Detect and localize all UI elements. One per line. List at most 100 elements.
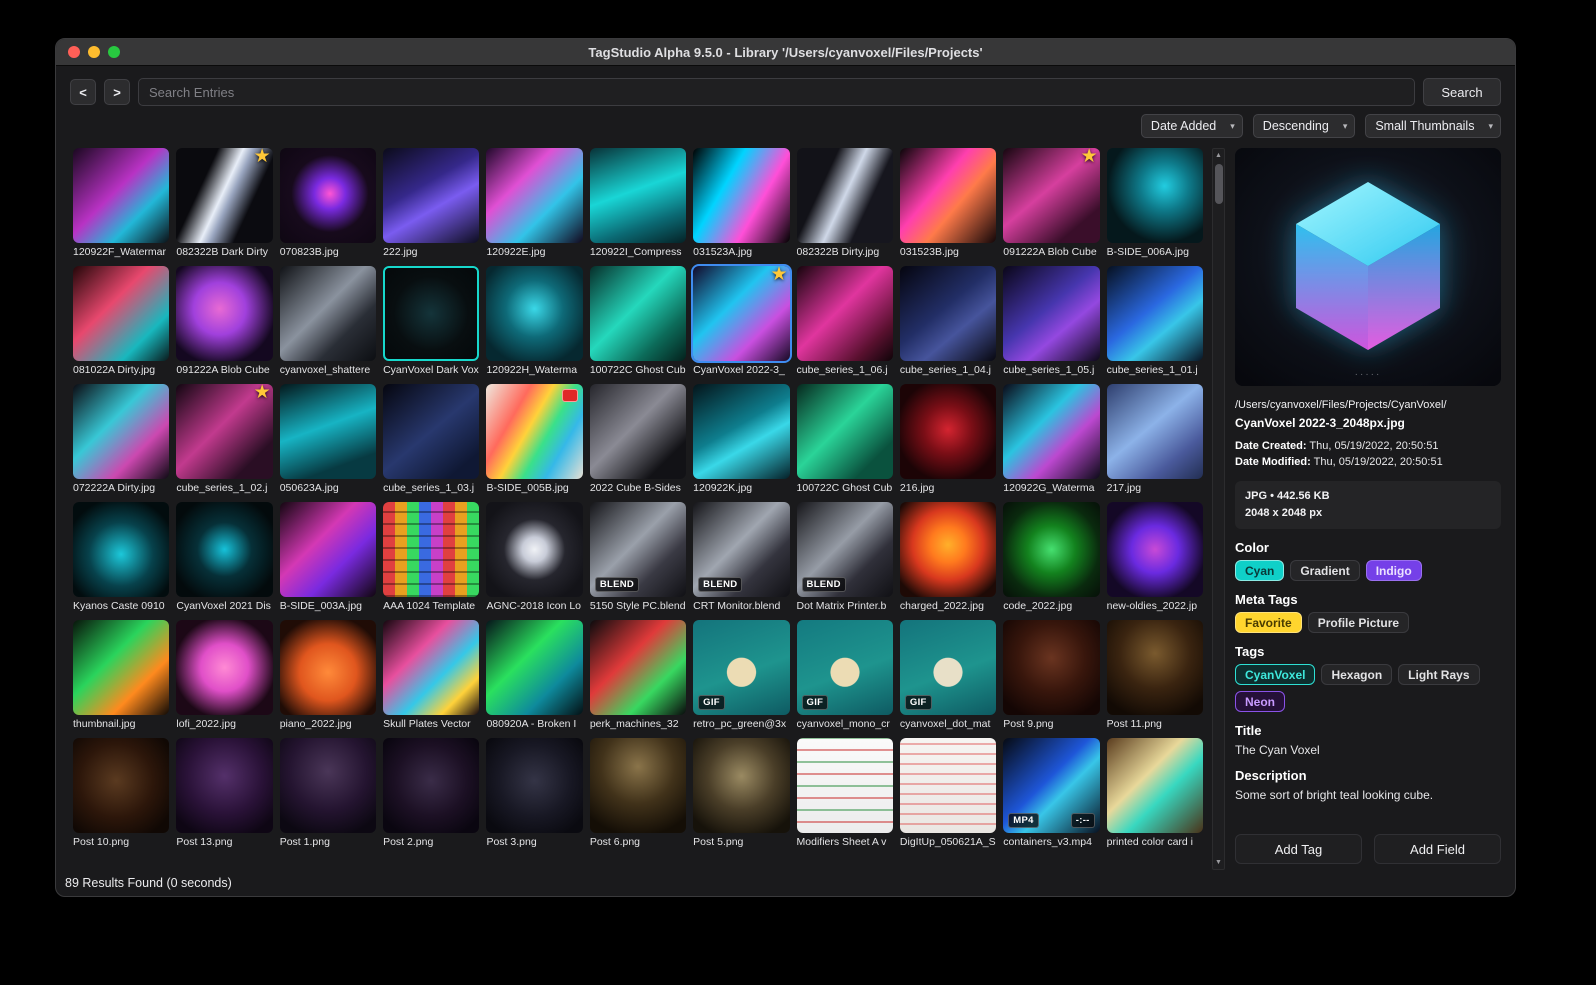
grid-item[interactable]: Post 2.png [383, 738, 480, 848]
grid-item[interactable]: CyanVoxel Dark Vox [383, 266, 480, 376]
grid-item[interactable]: perk_machines_32 [589, 620, 687, 730]
grid-item[interactable]: new-oldies_2022.jp [1106, 502, 1203, 612]
thumbnail-size-value: Small Thumbnails [1375, 119, 1475, 133]
tag-pill[interactable]: Favorite [1235, 612, 1302, 633]
field-label: Tags [1235, 644, 1265, 659]
add-field-button[interactable]: Add Field [1374, 834, 1501, 864]
grid-item[interactable]: 216.jpg [899, 384, 997, 494]
thumbnail-image [693, 738, 790, 833]
minimize-window-button[interactable] [88, 46, 100, 58]
grid-item[interactable]: GIF retro_pc_green@3x [693, 620, 790, 730]
grid-item[interactable]: ★ 082322B Dark Dirty [176, 148, 273, 258]
grid-item[interactable]: 031523A.jpg [693, 148, 790, 258]
grid-item[interactable]: lofi_2022.jpg [176, 620, 273, 730]
tag-pill[interactable]: Neon [1235, 691, 1285, 712]
grid-item[interactable]: 072222A Dirty.jpg [73, 384, 170, 494]
grid-item[interactable]: CyanVoxel 2021 Dis [176, 502, 273, 612]
scroll-down-icon[interactable]: ▼ [1215, 856, 1222, 869]
search-input[interactable] [138, 78, 1415, 106]
grid-item[interactable]: BLEND 5150 Style PC.blend [589, 502, 687, 612]
grid-item[interactable]: B-SIDE_006A.jpg [1106, 148, 1203, 258]
grid-item[interactable]: BLEND CRT Monitor.blend [693, 502, 790, 612]
grid-item[interactable]: cube_series_1_05.j [1003, 266, 1100, 376]
add-tag-button[interactable]: Add Tag [1235, 834, 1362, 864]
grid-item[interactable]: cube_series_1_03.j [383, 384, 480, 494]
tag-pill[interactable]: Light Rays [1398, 664, 1480, 685]
grid-item[interactable]: BLEND Dot Matrix Printer.b [796, 502, 893, 612]
thumbnail-filename: B-SIDE_003A.jpg [279, 600, 363, 612]
vertical-scrollbar[interactable]: ▲ ▼ [1212, 148, 1225, 870]
grid-item[interactable]: B-SIDE_003A.jpg [279, 502, 377, 612]
grid-item[interactable]: 2022 Cube B-Sides [589, 384, 687, 494]
grid-item[interactable]: DigItUp_050621A_S [899, 738, 997, 848]
grid-item[interactable]: GIF cyanvoxel_dot_mat [899, 620, 997, 730]
close-window-button[interactable] [68, 46, 80, 58]
grid-item[interactable]: 120922K.jpg [693, 384, 790, 494]
tag-pill[interactable]: Profile Picture [1307, 612, 1410, 633]
grid-item[interactable]: Kyanos Caste 0910 [73, 502, 170, 612]
thumbnail-filename: printed color card i [1106, 836, 1193, 848]
grid-item[interactable]: ★ 091222A Blob Cube [1003, 148, 1100, 258]
grid-item[interactable]: Post 10.png [73, 738, 170, 848]
forward-button[interactable]: > [104, 79, 130, 105]
back-button[interactable]: < [70, 79, 96, 105]
grid-item[interactable]: B-SIDE_005B.jpg [486, 384, 583, 494]
grid-item[interactable]: ★ cube_series_1_02.j [176, 384, 273, 494]
grid-item[interactable]: 217.jpg [1106, 384, 1203, 494]
grid-item[interactable]: thumbnail.jpg [73, 620, 170, 730]
scrollbar-track[interactable] [1213, 162, 1224, 856]
scroll-up-icon[interactable]: ▲ [1215, 149, 1222, 162]
thumbnail-filename: 050623A.jpg [279, 482, 339, 494]
grid-item[interactable]: Post 5.png [693, 738, 790, 848]
grid-item[interactable]: Skull Plates Vector [383, 620, 480, 730]
grid-item[interactable]: AGNC-2018 Icon Lo [486, 502, 583, 612]
grid-item[interactable]: MP4 -:-- containers_v3.mp4 [1003, 738, 1100, 848]
grid-item[interactable]: 120922G_Waterma [1003, 384, 1100, 494]
zoom-window-button[interactable] [108, 46, 120, 58]
grid-item[interactable]: 222.jpg [383, 148, 480, 258]
grid-item[interactable]: 100722C Ghost Cub [796, 384, 893, 494]
scrollbar-thumb[interactable] [1215, 164, 1223, 204]
grid-item[interactable]: Post 6.png [589, 738, 687, 848]
grid-item[interactable]: 082322B Dirty.jpg [796, 148, 893, 258]
grid-item[interactable]: 120922H_Waterma [486, 266, 583, 376]
grid-item[interactable]: 080920A - Broken I [486, 620, 583, 730]
sort-direction-dropdown[interactable]: Descending ▾ [1252, 114, 1356, 138]
grid-item[interactable]: 120922I_Compress [589, 148, 687, 258]
grid-item[interactable]: AAA 1024 Template [383, 502, 480, 612]
grid-item[interactable]: printed color card i [1106, 738, 1203, 848]
grid-item[interactable]: cube_series_1_06.j [796, 266, 893, 376]
search-button[interactable]: Search [1423, 78, 1501, 106]
tag-pill[interactable]: Gradient [1290, 560, 1360, 581]
grid-item[interactable]: 070823B.jpg [279, 148, 377, 258]
grid-item[interactable]: cube_series_1_01.j [1106, 266, 1203, 376]
tag-pill[interactable]: Cyan [1235, 560, 1285, 581]
grid-item[interactable]: 091222A Blob Cube [176, 266, 273, 376]
preview-image[interactable]: ····· [1235, 148, 1501, 386]
grid-item[interactable]: Post 11.png [1106, 620, 1203, 730]
grid-item[interactable]: 120922E.jpg [486, 148, 583, 258]
grid-item[interactable]: charged_2022.jpg [899, 502, 997, 612]
grid-item[interactable]: piano_2022.jpg [279, 620, 377, 730]
grid-item[interactable]: Modifiers Sheet A v [796, 738, 893, 848]
grid-item[interactable]: ★ CyanVoxel 2022-3_ [691, 264, 792, 376]
grid-item[interactable]: Post 9.png [1003, 620, 1100, 730]
grid-item[interactable]: 050623A.jpg [279, 384, 377, 494]
grid-item[interactable]: code_2022.jpg [1003, 502, 1100, 612]
tag-pill[interactable]: Indigo [1365, 560, 1422, 581]
grid-item[interactable]: Post 3.png [486, 738, 583, 848]
sort-field-dropdown[interactable]: Date Added ▾ [1140, 114, 1243, 138]
grid-item[interactable]: 081022A Dirty.jpg [73, 266, 170, 376]
thumbnail-size-dropdown[interactable]: Small Thumbnails ▾ [1365, 114, 1501, 138]
grid-item[interactable]: 031523B.jpg [899, 148, 997, 258]
grid-item[interactable]: GIF cyanvoxel_mono_cr [796, 620, 893, 730]
grid-item[interactable]: cube_series_1_04.j [899, 266, 997, 376]
grid-item[interactable]: Post 13.png [176, 738, 273, 848]
tag-pill[interactable]: CyanVoxel [1235, 664, 1316, 685]
thumbnail-image [589, 266, 687, 361]
grid-item[interactable]: Post 1.png [279, 738, 377, 848]
grid-item[interactable]: 100722C Ghost Cub [589, 266, 687, 376]
grid-item[interactable]: cyanvoxel_shattere [279, 266, 377, 376]
tag-pill[interactable]: Hexagon [1321, 664, 1393, 685]
grid-item[interactable]: 120922F_Watermar [73, 148, 170, 258]
